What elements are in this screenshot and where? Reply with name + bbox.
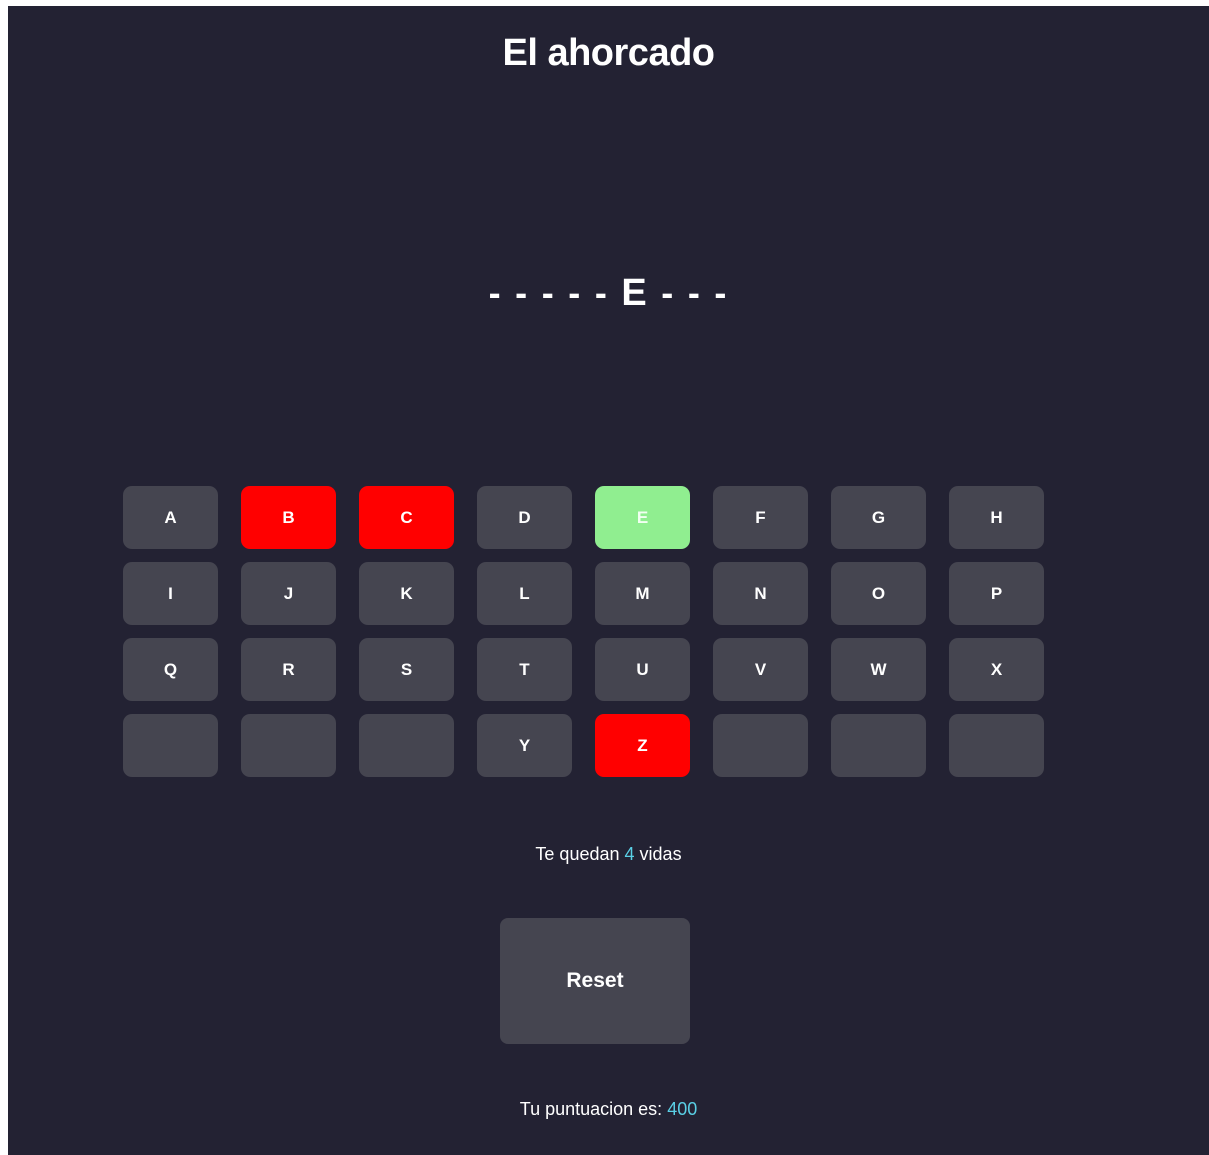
letter-key-d[interactable]: D xyxy=(477,486,572,549)
letter-key-z[interactable]: Z xyxy=(595,714,690,777)
letter-key-q[interactable]: Q xyxy=(123,638,218,701)
letter-key-k[interactable]: K xyxy=(359,562,454,625)
score-display: Tu puntuacion es: 400 xyxy=(8,1099,1209,1120)
letter-key-a[interactable]: A xyxy=(123,486,218,549)
lives-suffix: vidas xyxy=(639,844,682,864)
letter-key-b[interactable]: B xyxy=(241,486,336,549)
letter-key-y[interactable]: Y xyxy=(477,714,572,777)
hidden-word: - - - - - E - - - xyxy=(8,272,1209,315)
letter-key-blank xyxy=(359,714,454,777)
letter-key-blank xyxy=(123,714,218,777)
letter-key-o[interactable]: O xyxy=(831,562,926,625)
letter-key-f[interactable]: F xyxy=(713,486,808,549)
reset-button[interactable]: Reset xyxy=(500,918,690,1044)
letter-key-m[interactable]: M xyxy=(595,562,690,625)
letter-key-v[interactable]: V xyxy=(713,638,808,701)
letter-key-t[interactable]: T xyxy=(477,638,572,701)
letter-key-blank xyxy=(831,714,926,777)
word-slot: - xyxy=(714,272,729,313)
score-label: Tu puntuacion es: xyxy=(519,1099,663,1119)
lives-counter: Te quedan 4 vidas xyxy=(8,844,1209,865)
letter-keyboard: ABCDEFGH IJKLMNOP QRSTUVWX YZ xyxy=(123,486,1045,777)
letter-key-j[interactable]: J xyxy=(241,562,336,625)
score-value: 400 xyxy=(667,1099,698,1119)
word-slot: - xyxy=(687,272,702,313)
word-slot: - xyxy=(515,272,530,313)
word-slot: - xyxy=(488,272,503,313)
word-slot: - xyxy=(568,272,583,313)
game-screen: El ahorcado - - - - - E - - - ABCDEFGHIJ… xyxy=(8,6,1209,1155)
letter-key-g[interactable]: G xyxy=(831,486,926,549)
lives-count: 4 xyxy=(624,844,635,864)
letter-key-blank xyxy=(241,714,336,777)
letter-key-h[interactable]: H xyxy=(949,486,1044,549)
letter-key-r[interactable]: R xyxy=(241,638,336,701)
letter-key-p[interactable]: P xyxy=(949,562,1044,625)
word-slot: - xyxy=(594,272,609,313)
letter-key-c[interactable]: C xyxy=(359,486,454,549)
word-slot: - xyxy=(541,272,556,313)
letter-key-n[interactable]: N xyxy=(713,562,808,625)
letter-key-u[interactable]: U xyxy=(595,638,690,701)
letter-key-x[interactable]: X xyxy=(949,638,1044,701)
letter-key-e[interactable]: E xyxy=(595,486,690,549)
word-slot: - xyxy=(661,272,676,313)
letter-key-s[interactable]: S xyxy=(359,638,454,701)
letter-key-w[interactable]: W xyxy=(831,638,926,701)
letter-key-l[interactable]: L xyxy=(477,562,572,625)
word-slot: E xyxy=(621,272,649,314)
letter-key-i[interactable]: I xyxy=(123,562,218,625)
letter-key-blank xyxy=(949,714,1044,777)
lives-prefix: Te quedan xyxy=(535,844,620,864)
page-title: El ahorcado xyxy=(502,32,716,74)
letter-key-blank xyxy=(713,714,808,777)
